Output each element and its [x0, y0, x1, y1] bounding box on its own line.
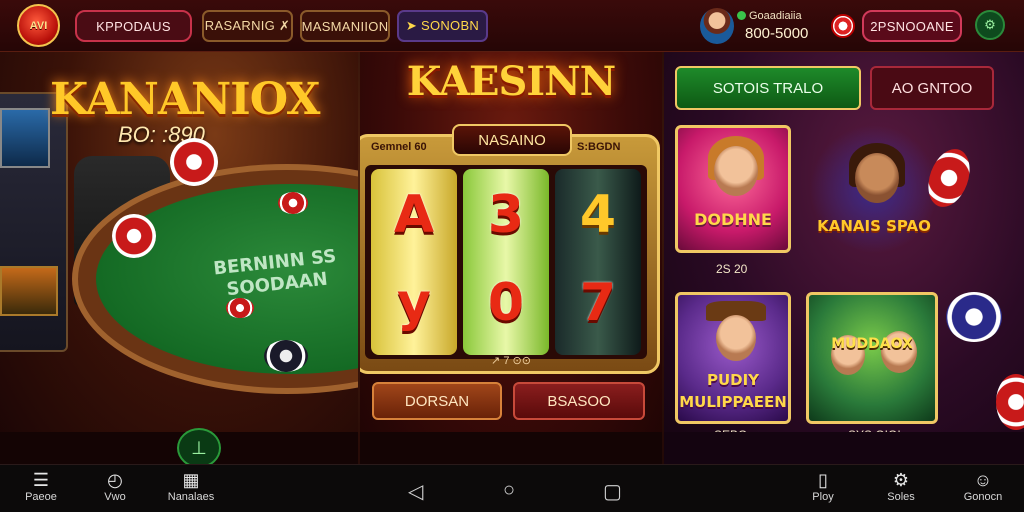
user-name: Goaadiaiia: [749, 10, 802, 22]
game-card-title: MUDDAOX BALDOK: [831, 336, 913, 352]
top-tab-2[interactable]: RASARNIG ✗: [202, 10, 293, 42]
slot-reels-frame: Gemnel 60 S:BGDN A y 3 0 4 7: [360, 134, 660, 374]
chip-image: [996, 374, 1024, 430]
clock-icon: ◴: [107, 470, 123, 490]
grid-icon: ▦: [182, 470, 200, 490]
nav-label: Paeoe: [25, 491, 57, 503]
phone-icon: ▯: [818, 470, 828, 490]
game-card-title: KANAIS SPAO: [817, 217, 931, 235]
bottom-nav: ☰ Paeoe ◴ Vwo ▦ Nanalaes ◁ ○ ▢ ▯ Ploy ⚙ …: [0, 464, 1024, 512]
reel-3: 4 7: [555, 169, 641, 355]
nav-label: Vwo: [104, 491, 126, 503]
slot-footer-text: ↗ 7 ⊙⊙: [491, 355, 531, 367]
app-logo[interactable]: AVI: [17, 4, 60, 47]
middle-panel-title: KAESINN: [406, 58, 616, 105]
nav-label: Gonocn: [963, 491, 1003, 503]
home-circle-icon[interactable]: ○: [503, 479, 515, 502]
nav-item-left-3[interactable]: ▦ Nanalaes: [156, 469, 226, 503]
chip-image: [264, 340, 308, 372]
chip-image: [946, 292, 1002, 342]
home-button[interactable]: ⊥: [177, 428, 221, 464]
logo-text: AVI: [29, 19, 48, 32]
recents-icon[interactable]: ▢: [603, 479, 622, 504]
slot-game-panel[interactable]: KAESINN Gemnel 60 S:BGDN A y 3 0 4 7 NAS…: [360, 52, 662, 464]
game-lobby-panel: SOTOIS TRALO AO GNTOO DODHNE 2S 20 KANAI…: [664, 52, 1024, 464]
slot-button-left[interactable]: DORSAN: [372, 382, 502, 420]
reel-symbol: A: [393, 185, 435, 245]
casino-app: AVI KPPODAUS RASARNIG ✗ MASMANIION ➤ SON…: [0, 0, 1024, 512]
nav-item-right-2[interactable]: ⚙ Soles: [866, 469, 936, 503]
poker-table-panel[interactable]: BERNINN SS SOODAAN KANANIOX BO: :890 ⊥: [0, 52, 358, 464]
chip-image: [170, 138, 218, 186]
nav-item-left-2[interactable]: ◴ Vwo: [80, 469, 150, 503]
right-footer: [664, 432, 1024, 464]
slot-machine-image: [0, 92, 68, 352]
game-card-4[interactable]: MUDDAOX BALDOK: [806, 292, 938, 424]
gear-icon: ⚙: [984, 17, 996, 32]
slot-button-right[interactable]: BSASOO: [513, 382, 645, 420]
dark-action-button[interactable]: AO GNTOO: [870, 66, 994, 110]
chip-image: [278, 192, 308, 214]
reel-symbol: 0: [487, 273, 525, 333]
top-tab-1[interactable]: KPPODAUS: [75, 10, 192, 42]
user-name-row: Goaadiaiia: [737, 10, 802, 22]
green-action-button[interactable]: SOTOIS TRALO: [675, 66, 861, 110]
game-card-2[interactable]: KANAIS SPAO: [809, 125, 939, 253]
chip-image: [112, 214, 156, 258]
nav-item-left-1[interactable]: ☰ Paeoe: [6, 469, 76, 503]
nav-item-right-3[interactable]: ☺ Gonocn: [948, 469, 1018, 503]
home-icon: ⊥: [191, 437, 207, 458]
settings-button[interactable]: ⚙: [975, 10, 1005, 40]
slot-reels: A y 3 0 4 7: [365, 165, 647, 359]
middle-footer: [360, 432, 662, 464]
game-card-title: PUDIY MULIPPAEEN: [679, 371, 787, 411]
chat-icon: ☺: [973, 470, 993, 490]
square-menu-icon: ☰: [32, 470, 50, 490]
slot-label-right: S:BGDN: [577, 141, 621, 153]
back-icon[interactable]: ◁: [408, 479, 423, 504]
user-avatar[interactable]: [700, 8, 734, 44]
nav-label: Soles: [887, 491, 915, 503]
chip-icon: [831, 14, 855, 38]
reel-symbol: 7: [579, 273, 617, 333]
reel-2: 3 0: [463, 169, 549, 355]
nav-label: Nanalaes: [167, 491, 215, 503]
balance: 800-5000: [745, 25, 809, 42]
reel-symbol: 3: [487, 185, 525, 245]
slot-label-left: Gemnel 60: [371, 141, 427, 153]
chip-image: [226, 298, 254, 318]
online-status-icon: [737, 11, 746, 20]
left-panel-title: KANANIOX: [50, 74, 320, 125]
top-tab-5[interactable]: 2PSNOOANE: [862, 10, 962, 42]
game-card-1[interactable]: DODHNE: [675, 125, 791, 253]
reel-1: A y: [371, 169, 457, 355]
top-tab-4[interactable]: ➤ SONOBN: [397, 10, 488, 42]
gear-icon: ⚙: [892, 470, 910, 490]
reel-symbol: 4: [579, 185, 617, 245]
game-card-label: 2S 20: [716, 262, 748, 276]
top-bar: AVI KPPODAUS RASARNIG ✗ MASMANIION ➤ SON…: [0, 0, 1024, 52]
game-card-title: DODHNE: [694, 210, 772, 229]
reel-symbol: y: [397, 273, 431, 333]
nav-label: Ploy: [812, 491, 834, 503]
top-tab-3[interactable]: MASMANIION: [300, 10, 390, 42]
game-card-3[interactable]: PUDIY MULIPPAEEN: [675, 292, 791, 424]
nav-item-right-1[interactable]: ▯ Ploy: [788, 469, 858, 503]
slot-name-badge: NASAINO: [452, 124, 572, 156]
